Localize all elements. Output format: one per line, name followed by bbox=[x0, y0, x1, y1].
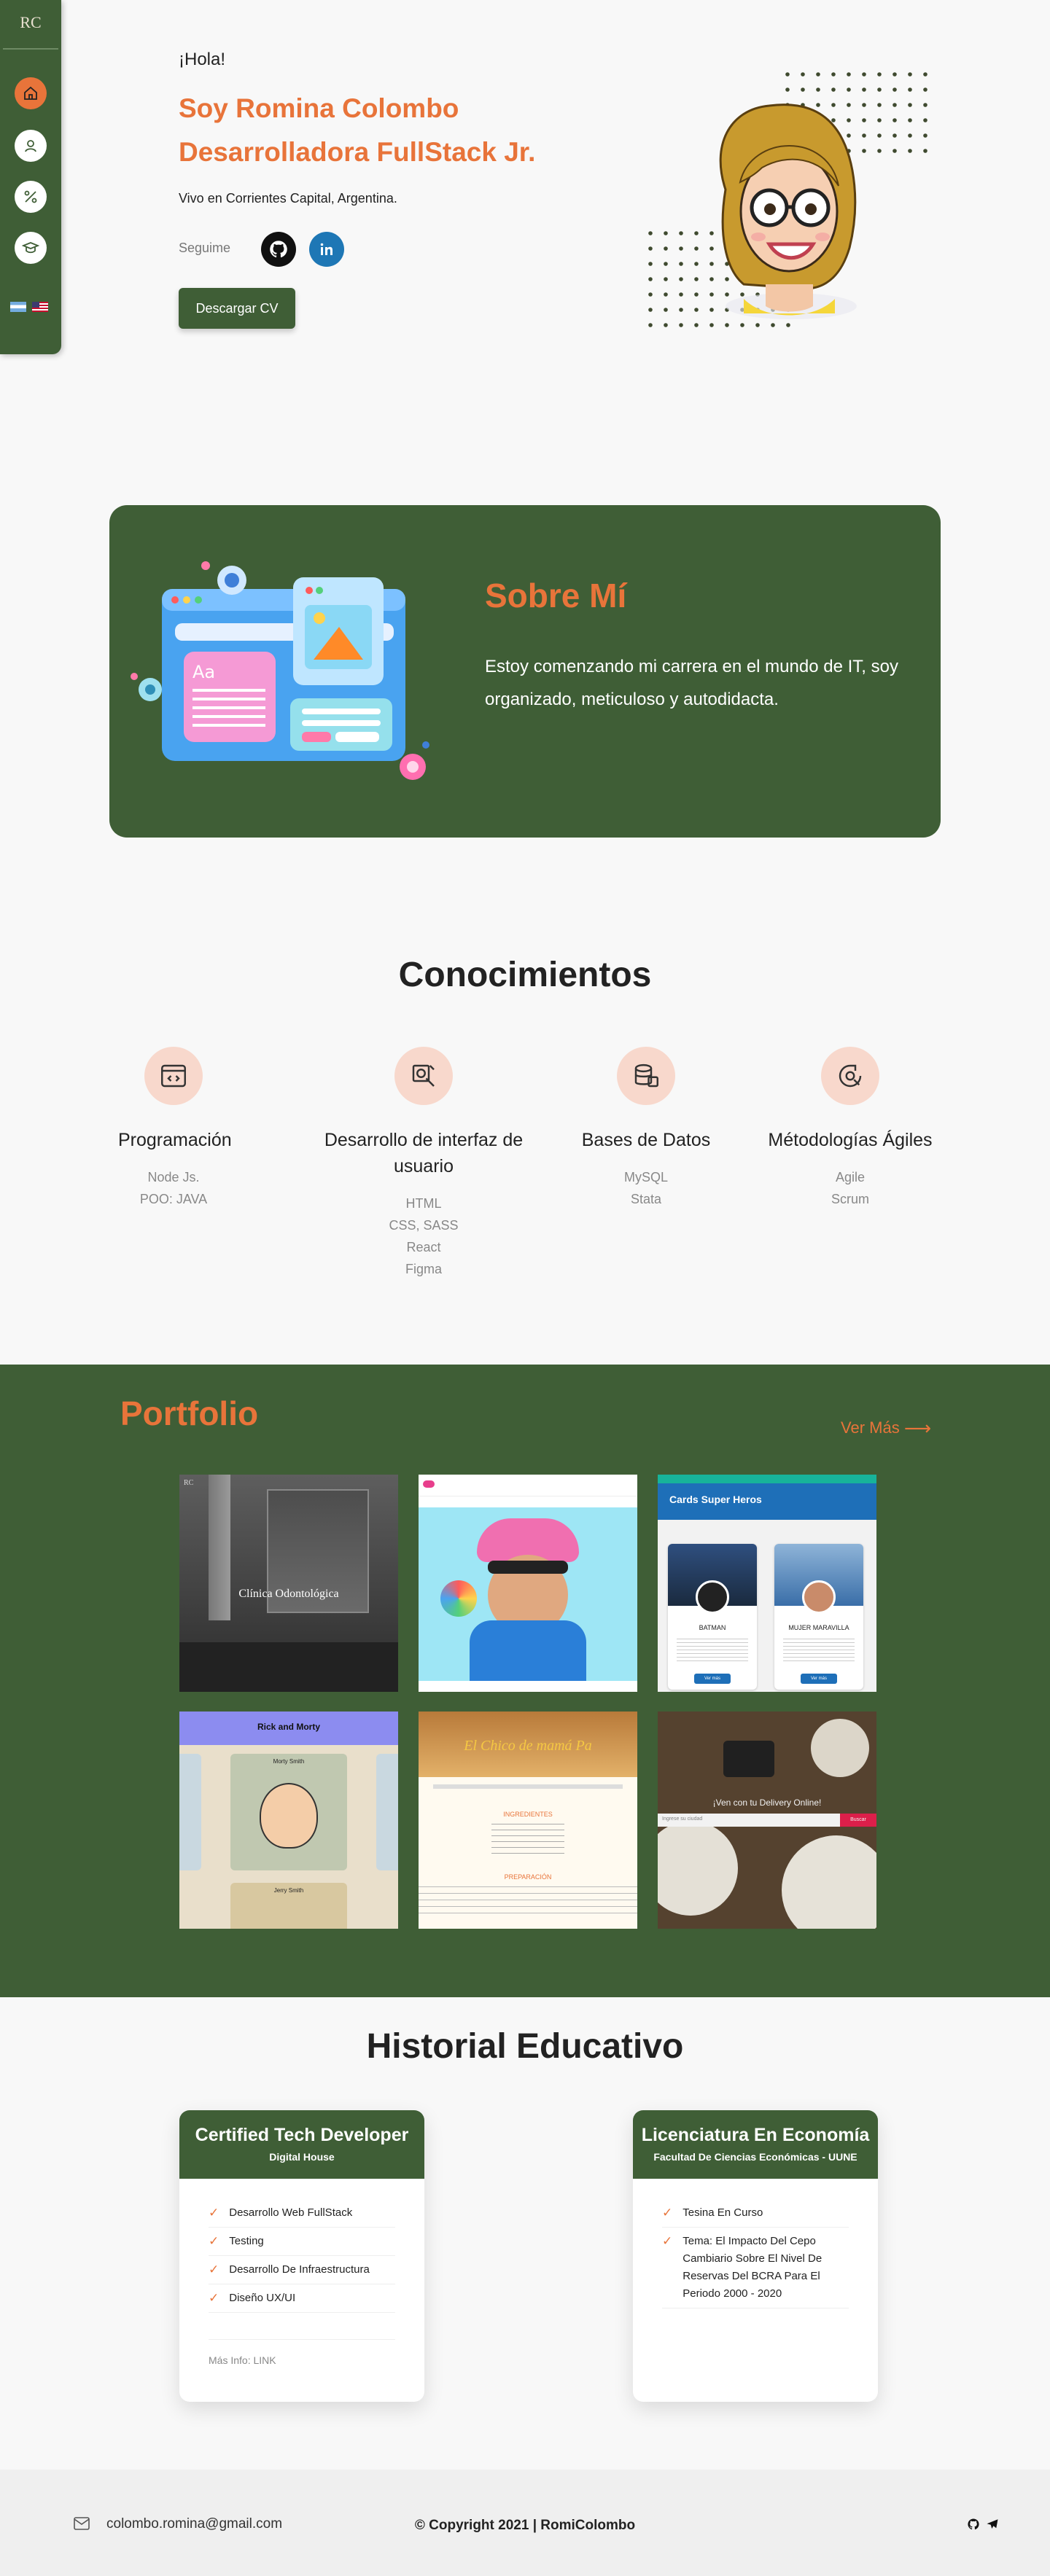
card-button: Ver más bbox=[801, 1674, 837, 1684]
project-thumb-heroes[interactable]: Cards Super Heros BATMAN Ver más MUJER M… bbox=[658, 1475, 876, 1692]
tools-icon bbox=[24, 190, 37, 203]
linkedin-icon bbox=[320, 243, 332, 255]
avatar-illustration bbox=[648, 72, 928, 327]
character-name: Morty Smith bbox=[273, 1758, 305, 1765]
hero-name: Soy Romina Colombo bbox=[179, 93, 459, 123]
download-cv-button[interactable]: Descargar CV bbox=[179, 288, 295, 329]
sidebar-divider bbox=[3, 48, 58, 50]
sidebar-item-home[interactable] bbox=[15, 77, 47, 109]
project-heading: Rick and Morty bbox=[257, 1722, 320, 1732]
svg-text:Aa: Aa bbox=[192, 662, 215, 682]
project-heading: Clínica Odontológica bbox=[238, 1588, 339, 1600]
see-more-link[interactable]: Ver Más ⟶ bbox=[841, 1417, 931, 1440]
project-thumb-recipe[interactable]: El Chico de mamá Pa INGREDIENTES PREPARA… bbox=[419, 1712, 637, 1929]
telegram-icon[interactable] bbox=[986, 2518, 999, 2531]
design-icon bbox=[394, 1047, 453, 1105]
project-thumb-clinic[interactable]: RC Clínica Odontológica bbox=[179, 1475, 398, 1692]
project-thumb-candy[interactable] bbox=[419, 1475, 637, 1692]
check-icon: ✓ bbox=[662, 2234, 673, 2248]
skill-item: Node Js. bbox=[147, 1170, 200, 1184]
check-icon: ✓ bbox=[209, 2291, 219, 2305]
skill-item: HTML bbox=[405, 1196, 442, 1211]
card-title: Licenciatura En Economía bbox=[641, 2125, 870, 2145]
check-icon: ✓ bbox=[209, 2263, 219, 2276]
graduation-icon bbox=[22, 242, 39, 254]
project-heading: Cards Super Heros bbox=[669, 1494, 762, 1505]
recipe-section: PREPARACIÓN bbox=[504, 1873, 552, 1881]
portfolio-title: Portfolio bbox=[120, 1394, 259, 1432]
sidebar-item-about[interactable] bbox=[15, 130, 47, 162]
skill-ui: Desarrollo de interfaz de usuario HTML C… bbox=[306, 1047, 541, 1280]
language-switcher bbox=[10, 302, 48, 312]
about-text: Estoy comenzando mi carrera en el mundo … bbox=[485, 657, 898, 709]
skill-item: MySQL bbox=[623, 1170, 668, 1184]
card-button: Ver más bbox=[694, 1674, 731, 1684]
list-item: ✓ Desarrollo De Infraestructura bbox=[209, 2256, 395, 2284]
argentina-flag[interactable] bbox=[10, 302, 26, 312]
skill-agile: Métodologías Ágiles Agile Scrum bbox=[751, 1047, 949, 1210]
see-more-label: Ver Más bbox=[841, 1418, 900, 1437]
card-title: Certified Tech Developer bbox=[195, 2125, 409, 2145]
github-icon bbox=[270, 241, 287, 258]
check-icon: ✓ bbox=[662, 2206, 673, 2220]
skill-programming: Programación Node Js. POO: JAVA bbox=[118, 1047, 232, 1210]
card-name: MUJER MARAVILLA bbox=[788, 1624, 849, 1631]
list-item: ✓ Desarrollo Web FullStack bbox=[209, 2199, 395, 2228]
education-card-tech: Certified Tech Developer Digital House ✓… bbox=[179, 2110, 424, 2402]
user-icon bbox=[25, 140, 36, 152]
recipe-section: INGREDIENTES bbox=[503, 1811, 553, 1818]
follow-label: Seguime bbox=[179, 241, 231, 255]
code-window-icon bbox=[144, 1047, 203, 1105]
arrow-right-icon: ⟶ bbox=[903, 1417, 932, 1439]
skills-title: Conocimientos bbox=[398, 956, 652, 994]
github-icon[interactable] bbox=[967, 2518, 980, 2531]
skill-name: Bases de Datos bbox=[581, 1130, 711, 1150]
github-link[interactable] bbox=[261, 232, 296, 267]
card-subtitle: Digital House bbox=[269, 2151, 335, 2163]
skill-name: Desarrollo de interfaz de usuario bbox=[324, 1130, 524, 1176]
check-icon: ✓ bbox=[209, 2206, 219, 2220]
about-title: Sobre Mí bbox=[485, 577, 627, 614]
sidebar-logo[interactable]: RC bbox=[0, 13, 61, 32]
skill-databases: Bases de Datos MySQL Stata bbox=[575, 1047, 718, 1210]
hero-role: Desarrolladora FullStack Jr. bbox=[179, 137, 536, 167]
list-item: ✓ Tema: El Impacto Del Cepo Cambiario Sob… bbox=[662, 2228, 849, 2308]
sidebar-item-education[interactable] bbox=[15, 232, 47, 264]
project-heading: El Chico de mamá Pa bbox=[464, 1738, 592, 1754]
card-subtitle: Facultad De Ciencias Económicas - UUNE bbox=[653, 2151, 858, 2163]
education-card-economics: Licenciatura En Economía Facultad De Cie… bbox=[633, 2110, 878, 2402]
project-thumb-rick-morty[interactable]: Rick and Morty Morty Smith Jerry Smith bbox=[179, 1712, 398, 1929]
skill-item: Figma bbox=[405, 1262, 442, 1276]
footer-copyright: © Copyright 2021 | RomiColombo bbox=[414, 2518, 636, 2533]
education-title: Historial Educativo bbox=[366, 2027, 684, 2066]
linkedin-link[interactable] bbox=[309, 232, 344, 267]
character-name: Jerry Smith bbox=[273, 1887, 304, 1894]
skill-item: POO: JAVA bbox=[139, 1192, 208, 1206]
skill-item: CSS, SASS bbox=[389, 1218, 459, 1233]
greeting: ¡Hola! bbox=[179, 50, 226, 69]
skill-name: Programación bbox=[118, 1130, 232, 1150]
database-icon bbox=[617, 1047, 675, 1105]
sidebar: RC bbox=[0, 0, 61, 354]
card-name: BATMAN bbox=[699, 1624, 726, 1631]
agile-icon bbox=[821, 1047, 879, 1105]
usa-flag[interactable] bbox=[32, 302, 48, 312]
list-item: ✓ Diseño UX/UI bbox=[209, 2284, 395, 2313]
list-item: ✓ Testing bbox=[209, 2228, 395, 2256]
list-item: ✓ Tesina En Curso bbox=[662, 2199, 849, 2228]
check-icon: ✓ bbox=[209, 2234, 219, 2248]
home-icon bbox=[24, 86, 37, 100]
skill-item: Stata bbox=[630, 1192, 662, 1206]
project-logo: RC bbox=[184, 1479, 194, 1487]
skill-item: Agile bbox=[835, 1170, 866, 1184]
more-info-link[interactable]: Más Info: LINK bbox=[209, 2339, 395, 2366]
about-illustration: Aa bbox=[131, 561, 429, 780]
skill-name: Métodologías Ágiles bbox=[768, 1130, 933, 1150]
hero-location: Vivo en Corrientes Capital, Argentina. bbox=[179, 191, 397, 206]
skill-item: Scrum bbox=[831, 1192, 869, 1206]
project-thumb-delivery[interactable]: ¡Ven con tu Delivery Online! Ingrese su … bbox=[658, 1712, 876, 1929]
skill-item: React bbox=[406, 1240, 441, 1254]
sidebar-item-skills[interactable] bbox=[15, 181, 47, 213]
